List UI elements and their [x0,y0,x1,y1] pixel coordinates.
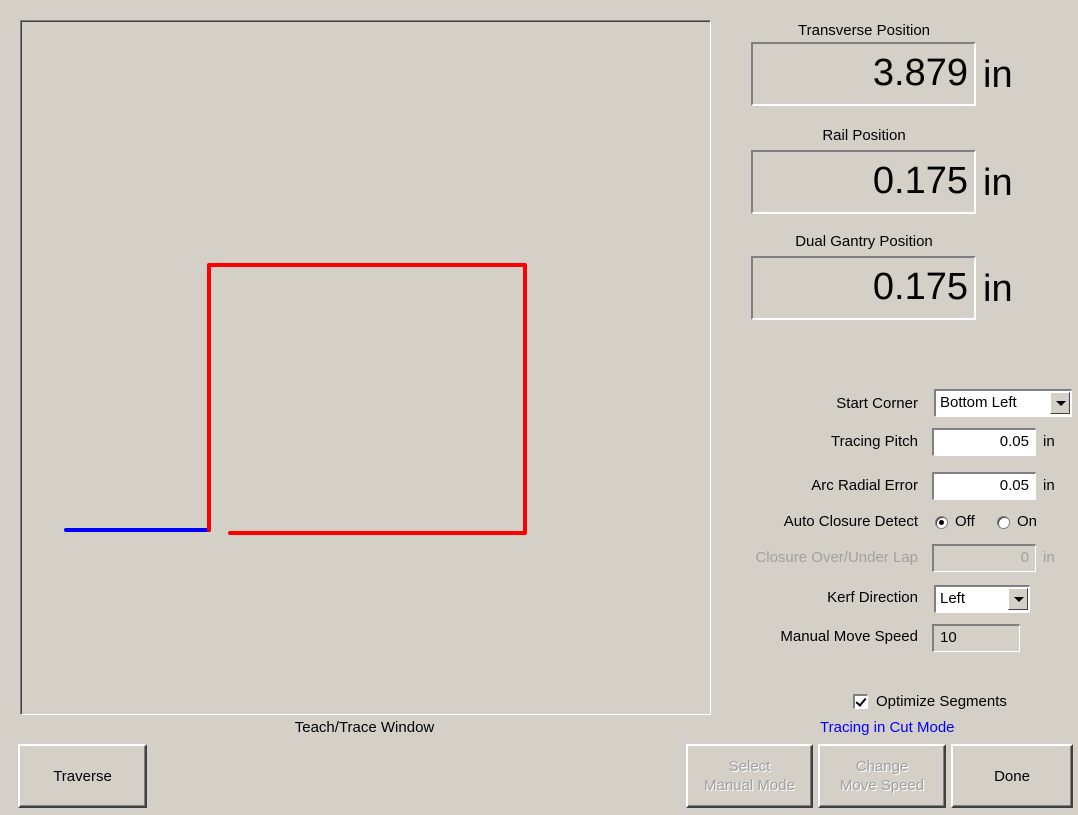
trace-drawing [64,263,527,535]
rail-position-value: 0.175 [872,160,968,202]
optimize-segments-label[interactable]: Optimize Segments [876,691,1007,713]
transverse-position-unit: in [983,54,1013,96]
change-move-speed-label: Change Move Speed [839,758,925,794]
start-corner-label: Start Corner [836,395,918,412]
start-corner-select[interactable]: Bottom Left [934,389,1072,417]
dual-gantry-position-unit: in [983,268,1013,310]
auto-closure-off-radio[interactable] [935,516,948,529]
change-move-speed-button: Change Move Speed [818,744,946,808]
auto-closure-off-label[interactable]: Off [955,511,975,533]
arc-radial-error-unit: in [1043,477,1055,494]
traverse-button[interactable]: Traverse [18,744,147,808]
trace-window-caption: Teach/Trace Window [294,719,435,736]
closure-lap-label: Closure Over/Under Lap [755,549,918,566]
chevron-down-icon[interactable] [1008,588,1028,610]
rail-position-display: 0.175 [751,150,976,214]
manual-move-speed-field: 10 [932,624,1020,652]
optimize-segments-checkbox[interactable] [853,694,868,709]
rail-position-label: Rail Position [822,127,906,144]
tracing-pitch-label: Tracing Pitch [831,433,918,450]
traverse-button-label: Traverse [53,767,112,785]
kerf-direction-label: Kerf Direction [827,589,918,606]
auto-closure-on-label[interactable]: On [1017,511,1037,533]
select-manual-mode-button: Select Manual Mode [686,744,813,808]
transverse-position-label: Transverse Position [798,22,930,39]
kerf-direction-value: Left [940,590,966,607]
rail-position-unit: in [983,162,1013,204]
kerf-direction-select[interactable]: Left [934,585,1030,613]
done-button[interactable]: Done [951,744,1073,808]
tracing-pitch-unit: in [1043,433,1055,450]
tracing-mode-status: Tracing in Cut Mode [820,719,955,736]
dual-gantry-position-label: Dual Gantry Position [795,233,933,250]
transverse-position-value: 3.879 [872,52,968,94]
dual-gantry-position-display: 0.175 [751,256,976,320]
tracing-pitch-input[interactable]: 0.05 [932,428,1036,456]
select-manual-mode-label: Select Manual Mode [704,758,795,794]
closure-lap-input: 0 [932,544,1036,572]
closure-lap-unit: in [1043,549,1055,566]
arc-radial-error-input[interactable]: 0.05 [932,472,1036,500]
chevron-down-icon[interactable] [1050,392,1070,414]
arc-radial-error-label: Arc Radial Error [811,477,918,494]
start-corner-value: Bottom Left [940,394,1017,411]
transverse-position-display: 3.879 [751,42,976,106]
manual-move-speed-label: Manual Move Speed [780,628,918,645]
teach-trace-window [20,20,711,715]
done-button-label: Done [994,767,1030,785]
auto-closure-on-radio[interactable] [997,516,1010,529]
auto-closure-detect-label: Auto Closure Detect [783,513,918,530]
cut-path [207,263,527,535]
dual-gantry-position-value: 0.175 [872,266,968,308]
